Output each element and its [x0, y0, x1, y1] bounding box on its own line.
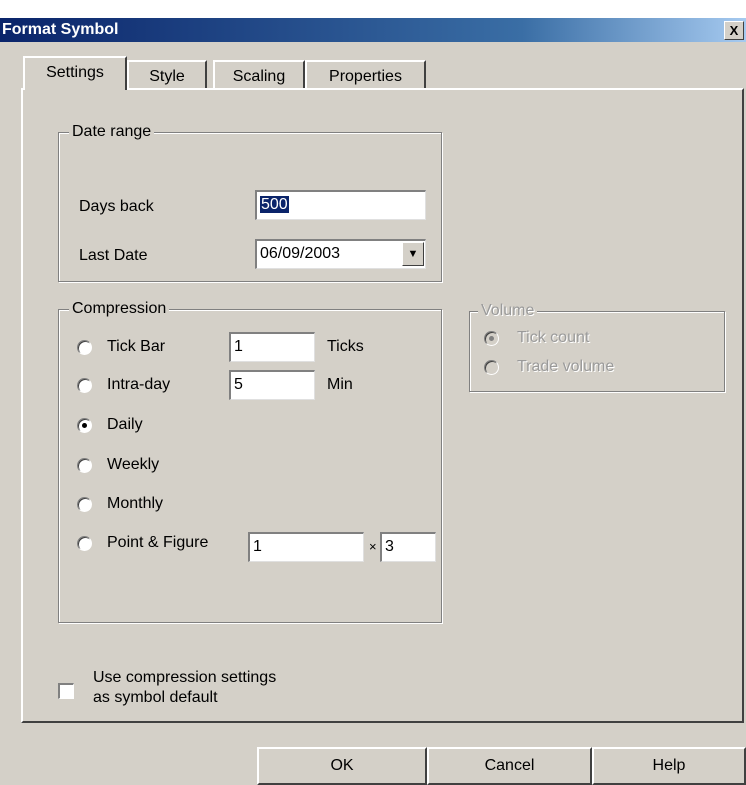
date-range-legend: Date range — [69, 122, 155, 142]
compression-legend: Compression — [69, 299, 170, 319]
monthly-label: Monthly — [107, 495, 164, 512]
volume-group: Volume — [469, 301, 725, 392]
point-figure-box-size-input[interactable]: 1 — [248, 532, 364, 562]
days-back-input[interactable]: 500 — [255, 190, 426, 220]
trade-volume-label: Trade volume — [517, 358, 615, 375]
point-figure-label: Point & Figure — [107, 534, 209, 551]
tick-count-radio — [484, 331, 499, 346]
intraday-label: Intra-day — [107, 376, 171, 393]
use-compression-label-line1: Use compression settings — [93, 669, 277, 686]
tick-bar-label: Tick Bar — [107, 338, 166, 355]
daily-radio[interactable] — [77, 418, 92, 433]
background-strip — [0, 0, 746, 18]
dialog-title: Format Symbol — [2, 21, 119, 38]
weekly-radio[interactable] — [77, 458, 92, 473]
tab-settings[interactable]: Settings — [23, 56, 127, 90]
cancel-button[interactable]: Cancel — [427, 747, 592, 785]
weekly-label: Weekly — [107, 456, 160, 473]
times-symbol: × — [369, 539, 377, 554]
use-compression-default-checkbox[interactable] — [58, 683, 74, 699]
volume-legend: Volume — [478, 301, 538, 321]
tab-style[interactable]: Style — [127, 60, 207, 90]
point-figure-radio[interactable] — [77, 536, 92, 551]
monthly-radio[interactable] — [77, 497, 92, 512]
ticks-unit-label: Ticks — [327, 338, 364, 355]
close-button[interactable]: X — [724, 21, 744, 40]
last-date-value: 06/09/2003 — [260, 245, 341, 262]
title-bar[interactable]: Format Symbol X — [0, 18, 746, 42]
chevron-down-icon[interactable]: ▼ — [402, 242, 424, 266]
daily-label: Daily — [107, 416, 143, 433]
use-compression-label-line2: as symbol default — [93, 689, 218, 706]
ok-button[interactable]: OK — [257, 747, 427, 785]
tick-count-label: Tick count — [517, 329, 590, 346]
trade-volume-radio — [484, 360, 499, 375]
days-back-value: 500 — [260, 196, 289, 213]
last-date-label: Last Date — [79, 247, 148, 264]
tick-bar-radio[interactable] — [77, 340, 92, 355]
tab-scaling[interactable]: Scaling — [213, 60, 305, 90]
point-figure-reversal-input[interactable]: 3 — [380, 532, 436, 562]
last-date-picker[interactable]: 06/09/2003 ▼ — [255, 239, 426, 269]
tick-bar-input[interactable]: 1 — [229, 332, 315, 362]
days-back-label: Days back — [79, 198, 154, 215]
intraday-input[interactable]: 5 — [229, 370, 315, 400]
help-button[interactable]: Help — [592, 747, 746, 785]
tab-properties[interactable]: Properties — [305, 60, 426, 90]
intraday-radio[interactable] — [77, 378, 92, 393]
min-unit-label: Min — [327, 376, 353, 393]
format-symbol-dialog: Format Symbol X Settings Style Scaling P… — [0, 0, 746, 785]
